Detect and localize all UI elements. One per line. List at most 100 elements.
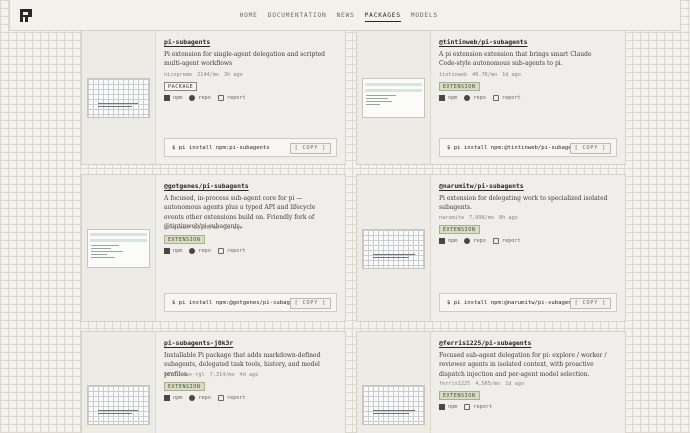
package-thumbnail-column	[357, 175, 431, 321]
npm-link[interactable]: npm	[439, 238, 457, 244]
package-links: npm repo report	[164, 395, 253, 401]
flag-icon	[217, 395, 224, 401]
package-age: 3h ago	[223, 72, 243, 78]
package-type-badge: EXTENSION	[164, 382, 205, 391]
repo-link[interactable]: repo	[464, 95, 486, 101]
package-thumbnail-column	[357, 332, 431, 433]
install-command-box: $ pi install npm:@tintinweb/pi-subagents…	[439, 138, 617, 157]
package-author[interactable]: gotgenes	[164, 225, 189, 231]
copy-button[interactable]: [ COPY ]	[569, 298, 611, 309]
npm-icon	[439, 238, 445, 244]
repo-link[interactable]: repo	[189, 248, 211, 254]
package-downloads: 8,460/mo	[194, 225, 219, 231]
package-meta: ferris1225 4,565/mo 1d ago	[439, 381, 529, 387]
package-links: npm report	[439, 404, 499, 410]
nav-news[interactable]: NEWS	[337, 12, 355, 22]
nav-models[interactable]: MODELS	[411, 12, 438, 22]
report-link[interactable]: report	[492, 238, 521, 244]
package-thumbnail-column	[82, 31, 156, 164]
package-meta: narumitw 7,098/mo 8h ago	[439, 215, 523, 221]
install-command[interactable]: $ pi install npm:@gotgenes/pi-subagents	[172, 300, 303, 306]
package-description: A pi extension extension that brings sma…	[439, 51, 592, 68]
package-thumbnail	[362, 78, 425, 118]
npm-link[interactable]: npm	[164, 395, 182, 401]
package-title[interactable]: @narumitw/pi-subagents	[439, 182, 524, 190]
install-command[interactable]: $ pi install npm:pi-subagents	[172, 145, 270, 151]
package-meta: j0k3r-dev-rgl 7,314/mo 4d ago	[164, 372, 263, 378]
copy-button[interactable]: [ COPY ]	[289, 298, 331, 309]
package-type-badge: EXTENSION	[439, 391, 480, 400]
package-author[interactable]: ferris1225	[439, 381, 470, 387]
package-thumbnail	[362, 385, 425, 425]
nav-documentation[interactable]: DOCUMENTATION	[268, 12, 327, 22]
package-card[interactable]: @narumitw/pi-subagents Pi extension for …	[356, 174, 626, 322]
repo-link[interactable]: repo	[464, 238, 486, 244]
package-links: npm repo report	[164, 248, 253, 254]
package-type-badge: EXTENSION	[439, 225, 480, 234]
npm-icon	[439, 404, 445, 410]
package-age: 1d ago	[505, 381, 524, 387]
github-icon	[464, 238, 471, 244]
flag-icon	[217, 248, 224, 254]
package-meta: nicopreme 2144/mo 3h ago	[164, 72, 248, 78]
package-author[interactable]: j0k3r-dev-rgl	[164, 372, 205, 378]
report-link[interactable]: report	[217, 95, 246, 101]
package-title[interactable]: pi-subagents	[164, 38, 210, 46]
npm-icon	[164, 248, 170, 254]
github-icon	[189, 395, 196, 401]
package-description: Focused sub-agent delegation for pi: exp…	[439, 352, 607, 378]
package-card[interactable]: @gotgenes/pi-subagents A focused, in-pro…	[81, 174, 346, 322]
package-author[interactable]: narumitw	[439, 215, 464, 221]
package-type-badge: PACKAGE	[164, 82, 198, 91]
main-nav: HOME DOCUMENTATION NEWS PACKAGES MODELS	[230, 12, 438, 22]
package-links: npm repo report	[439, 238, 528, 244]
package-card[interactable]: pi-subagents Pi extension for single-age…	[81, 30, 346, 165]
package-thumbnail	[87, 385, 150, 425]
flag-icon	[492, 95, 499, 101]
package-thumbnail	[87, 78, 150, 118]
package-type-badge: EXTENSION	[439, 82, 480, 91]
install-command-box: $ pi install npm:@gotgenes/pi-subagents …	[164, 293, 337, 312]
pi-logo-icon[interactable]	[20, 9, 32, 22]
install-command[interactable]: $ pi install npm:@tintinweb/pi-subagents	[447, 145, 582, 151]
package-thumbnail-column	[82, 175, 156, 321]
top-nav-bar: HOME DOCUMENTATION NEWS PACKAGES MODELS	[9, 0, 681, 31]
package-downloads: 7,314/mo	[209, 372, 235, 378]
package-card[interactable]: @tintinweb/pi-subagents A pi extension e…	[356, 30, 626, 165]
nav-packages[interactable]: PACKAGES	[364, 12, 401, 22]
package-thumbnail	[87, 229, 150, 268]
npm-icon	[164, 95, 170, 101]
package-age: 8h ago	[499, 215, 518, 221]
nav-home[interactable]: HOME	[240, 12, 258, 22]
report-link[interactable]: report	[217, 395, 246, 401]
report-link[interactable]: report	[217, 248, 246, 254]
package-author[interactable]: tintinweb	[439, 72, 467, 78]
npm-icon	[439, 95, 445, 101]
package-meta: gotgenes 8,460/mo 1d ago	[164, 225, 248, 231]
npm-link[interactable]: npm	[164, 248, 182, 254]
npm-link[interactable]: npm	[164, 95, 182, 101]
package-title[interactable]: @ferris1225/pi-subagents	[439, 339, 531, 347]
package-card[interactable]: pi-subagents-j0k3r Installable Pi packag…	[81, 331, 346, 433]
repo-link[interactable]: repo	[189, 95, 211, 101]
package-author[interactable]: nicopreme	[164, 72, 192, 78]
package-thumbnail-column	[357, 31, 431, 164]
package-title[interactable]: @gotgenes/pi-subagents	[164, 182, 249, 190]
report-link[interactable]: report	[464, 404, 492, 410]
repo-link[interactable]: repo	[189, 395, 211, 401]
package-description: Pi extension for single-agent delegation…	[164, 51, 326, 68]
package-downloads: 2144/mo	[197, 72, 219, 78]
report-link[interactable]: report	[492, 95, 521, 101]
package-age: 1d ago	[224, 225, 243, 231]
package-card[interactable]: @ferris1225/pi-subagents Focused sub-age…	[356, 331, 626, 433]
npm-link[interactable]: npm	[439, 95, 457, 101]
install-command[interactable]: $ pi install npm:@narumitw/pi-subagents	[447, 300, 578, 306]
copy-button[interactable]: [ COPY ]	[569, 143, 611, 154]
install-command-box: $ pi install npm:pi-subagents [ COPY ]	[164, 138, 337, 157]
copy-button[interactable]: [ COPY ]	[289, 143, 331, 154]
package-links: npm repo report	[164, 95, 253, 101]
package-title[interactable]: @tintinweb/pi-subagents	[439, 38, 528, 46]
npm-link[interactable]: npm	[439, 404, 457, 410]
package-downloads: 4,565/mo	[475, 381, 501, 387]
package-title[interactable]: pi-subagents-j0k3r	[164, 339, 233, 347]
